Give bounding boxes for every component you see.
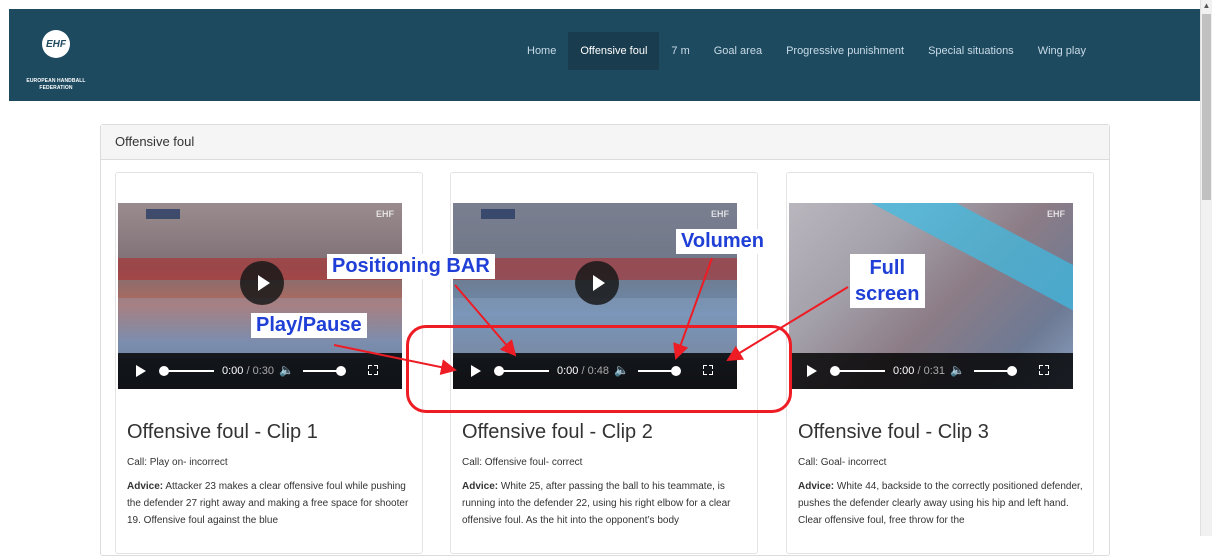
clip-title: Offensive foul - Clip 3: [798, 421, 989, 443]
annotation-play-pause: Play/Pause: [251, 313, 367, 338]
fullscreen-icon[interactable]: [368, 365, 378, 375]
video-watermark: EHF: [376, 209, 394, 219]
video-controls: 0:00 / 0:30 🔈: [118, 353, 402, 389]
time-display: 0:00 / 0:31: [893, 365, 945, 377]
seek-handle[interactable]: [159, 366, 169, 376]
advice-label: Advice:: [127, 481, 164, 492]
video-watermark: EHF: [1047, 209, 1065, 219]
clip-advice: Advice: Attacker 23 makes a clear offens…: [127, 478, 417, 529]
volume-slider[interactable]: [974, 366, 1017, 376]
top-navbar: EHF EUROPEAN HANDBALL FEDERATION Home Of…: [9, 9, 1201, 101]
volume-icon[interactable]: 🔈: [279, 363, 294, 377]
play-icon[interactable]: [136, 365, 146, 377]
big-play-button[interactable]: [575, 261, 619, 305]
advice-text: White 25, after passing the ball to his …: [462, 481, 731, 526]
volume-handle[interactable]: [1007, 366, 1017, 376]
clip-card: EHF 0:00 / 0:31 🔈 Offensive foul - Clip …: [786, 172, 1094, 554]
clip-advice: Advice: White 44, backside to the correc…: [798, 478, 1088, 529]
nav-item-7m[interactable]: 7 m: [659, 32, 701, 70]
annotation-volumen: Volumen: [676, 229, 769, 254]
positioning-bar[interactable]: [830, 366, 885, 376]
ehf-logo[interactable]: EHF EUROPEAN HANDBALL FEDERATION: [16, 17, 96, 97]
video-player[interactable]: EHF 0:00 / 0:31 🔈: [789, 203, 1073, 389]
annotation-full-screen: Full screen: [850, 254, 925, 308]
big-play-button[interactable]: [240, 261, 284, 305]
volume-handle[interactable]: [336, 366, 346, 376]
clip-call: Call: Play on- incorrect: [127, 457, 228, 468]
time-display: 0:00 / 0:30: [222, 365, 274, 377]
nav-item-progressive-punishment[interactable]: Progressive punishment: [774, 32, 916, 70]
volume-slider[interactable]: [303, 366, 346, 376]
scroll-thumb[interactable]: [1202, 14, 1211, 200]
advice-label: Advice:: [798, 481, 835, 492]
video-controls: 0:00 / 0:31 🔈: [789, 353, 1073, 389]
annotation-full-line1: Full: [869, 257, 906, 279]
clip-call: Call: Goal- incorrect: [798, 457, 887, 468]
ehf-logo-mark: EHF: [42, 30, 70, 58]
clip-call: Call: Offensive foul- correct: [462, 457, 583, 468]
duration: / 0:30: [246, 365, 275, 377]
video-watermark: EHF: [711, 209, 729, 219]
logo-text-line2: FEDERATION: [39, 85, 73, 91]
controls-highlight-box: [406, 325, 792, 413]
clip-title: Offensive foul - Clip 1: [127, 421, 318, 443]
volume-icon[interactable]: 🔈: [950, 363, 965, 377]
seek-handle[interactable]: [830, 366, 840, 376]
annotation-full-line2: screen: [855, 283, 920, 305]
score-overlay: [146, 209, 180, 219]
nav-menu: Home Offensive foul 7 m Goal area Progre…: [515, 32, 1098, 70]
nav-item-wing-play[interactable]: Wing play: [1026, 32, 1098, 70]
annotation-positioning-bar: Positioning BAR: [327, 254, 495, 279]
play-icon[interactable]: [807, 365, 817, 377]
clip-card: EHF 0:00 / 0:30 🔈 Offensive foul - Clip …: [115, 172, 423, 554]
nav-item-offensive-foul[interactable]: Offensive foul: [568, 32, 660, 70]
clip-title: Offensive foul - Clip 2: [462, 421, 653, 443]
advice-label: Advice:: [462, 481, 499, 492]
clip-advice: Advice: White 25, after passing the ball…: [462, 478, 752, 529]
logo-text-line1: EUROPEAN HANDBALL: [26, 78, 86, 84]
panel-heading: Offensive foul: [101, 125, 1109, 160]
fullscreen-icon[interactable]: [1039, 365, 1049, 375]
video-player[interactable]: EHF 0:00 / 0:30 🔈: [118, 203, 402, 389]
score-overlay: [481, 209, 515, 219]
nav-item-home[interactable]: Home: [515, 32, 568, 70]
current-time: 0:00: [893, 365, 915, 377]
duration: / 0:31: [917, 365, 946, 377]
nav-item-goal-area[interactable]: Goal area: [702, 32, 774, 70]
scroll-up-icon[interactable]: ▲: [1201, 0, 1212, 12]
advice-text: Attacker 23 makes a clear offensive foul…: [127, 481, 409, 526]
current-time: 0:00: [222, 365, 244, 377]
page-scrollbar[interactable]: ▲: [1200, 0, 1212, 536]
positioning-bar[interactable]: [159, 366, 214, 376]
nav-item-special-situations[interactable]: Special situations: [916, 32, 1026, 70]
advice-text: White 44, backside to the correctly posi…: [798, 481, 1083, 526]
